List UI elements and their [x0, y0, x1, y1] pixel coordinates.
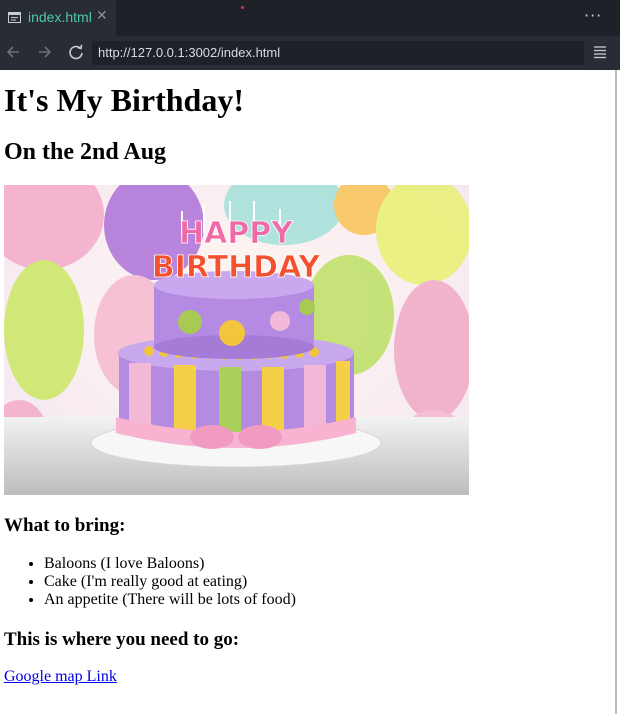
menu-icon[interactable]	[592, 44, 608, 60]
back-arrow-icon[interactable]	[4, 42, 24, 62]
where-heading: This is where you need to go:	[4, 629, 240, 650]
reload-icon[interactable]	[66, 42, 86, 62]
page-icon	[8, 12, 21, 23]
tab-title: index.html	[28, 9, 92, 25]
forward-arrow-icon[interactable]	[34, 42, 54, 62]
tab-index-html[interactable]: index.html ✕	[0, 0, 116, 36]
url-text[interactable]: http://127.0.0.1:3002/index.html	[98, 45, 280, 60]
google-map-link[interactable]: Google map Link	[4, 668, 117, 686]
date-heading: On the 2nd Aug	[4, 139, 167, 165]
cake-topper-text: HAPPY	[179, 216, 294, 251]
birthday-cake-image: HAPPY BIRTHDAY	[4, 185, 469, 495]
page-title: It's My Birthday!	[4, 82, 244, 118]
list-item: Cake (I'm really good at eating)	[44, 573, 296, 591]
address-bar[interactable]: http://127.0.0.1:3002/index.html	[92, 41, 584, 65]
svg-text:BIRTHDAY: BIRTHDAY	[152, 250, 322, 285]
list-item: An appetite (There will be lots of food)	[44, 591, 296, 609]
page-content: It's My Birthday! On the 2nd Aug HAPPY B…	[0, 70, 615, 714]
tab-bar: index.html ✕ ···	[0, 0, 620, 36]
bring-heading: What to bring:	[4, 515, 126, 536]
list-item: Baloons (I love Baloons)	[44, 555, 296, 573]
window-border	[615, 70, 617, 714]
close-icon[interactable]: ✕	[96, 8, 108, 24]
more-icon[interactable]: ···	[584, 6, 602, 25]
unsaved-indicator	[241, 6, 244, 9]
bring-list: Baloons (I love Baloons) Cake (I'm reall…	[0, 555, 296, 609]
